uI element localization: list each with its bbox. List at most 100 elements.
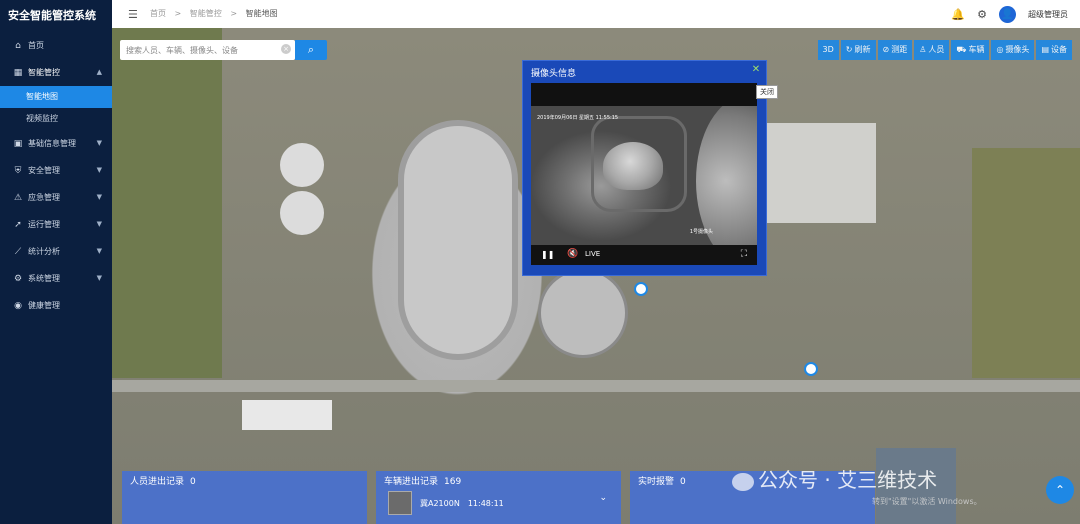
menu-toggle-icon[interactable]: ☰ [128, 8, 138, 21]
sidebar-item-emergency[interactable]: ⚠ 应急管理 ▼ [0, 184, 112, 211]
map-circular-silo [538, 268, 628, 358]
device-button[interactable]: ▤ 设备 [1036, 40, 1072, 60]
panel-header: 车辆进出记录 169 [384, 474, 461, 487]
video-controls: ❚❚ 🔇 LIVE ⛶ [531, 245, 757, 265]
sidebar: 安全智能管控系统 ⌂ 首页 ▦ 智能管控 ▲ 智能地图 视频监控 ▣ 基础信息管理 ▼… [0, 0, 112, 524]
toolbar-label: 摄像头 [1005, 45, 1030, 54]
toolbar-label: 刷新 [854, 45, 871, 54]
mute-icon[interactable]: 🔇 [567, 249, 578, 259]
map-buildings [766, 123, 876, 223]
panel-header: 实时报警 0 [638, 474, 686, 487]
camera-icon: ◎ [996, 45, 1004, 54]
camera-info-popup: 摄像头信息 ✕ 2019年09月06日 星期五 11:55:15 1号摄像头 ❚… [522, 60, 767, 276]
chevron-down-icon: ▼ [96, 274, 102, 282]
vehicle-time: 11:48:11 [467, 498, 504, 508]
search-input[interactable] [120, 40, 292, 60]
satellite-map[interactable]: × ⌕ 3D ↻刷新 ⊘测距 ♙人员 ⛟车辆 ◎摄像头 ▤设备 摄像头信息 ✕ … [112, 28, 1080, 524]
chevron-down-icon: ▼ [96, 220, 102, 228]
watermark: 公众号 · 艾三维技术 [732, 464, 937, 493]
vehicle-record-panel[interactable]: 车辆进出记录 169 冀A2100N 11:48:11 ⌄ [376, 471, 621, 524]
camera-button[interactable]: ◎ 摄像头 [991, 40, 1035, 60]
breadcrumb: 首页 > 智能管控 > 智能地图 [150, 8, 284, 19]
video-player[interactable]: 2019年09月06日 星期五 11:55:15 1号摄像头 ❚❚ 🔇 LIVE… [531, 83, 757, 265]
vehicle-button[interactable]: ⛟ 车辆 [951, 40, 990, 60]
search-icon: ⌕ [307, 43, 315, 56]
map-storage-tank [280, 191, 324, 235]
chevron-down-icon: ▼ [96, 193, 102, 201]
sidebar-item-basic-info[interactable]: ▣ 基础信息管理 ▼ [0, 130, 112, 157]
personnel-button[interactable]: ♙ 人员 [914, 40, 950, 60]
app-title: 安全智能管控系统 [8, 9, 96, 22]
car-icon: ⛟ [956, 45, 967, 54]
sidebar-item-smart-control[interactable]: ▦ 智能管控 ▲ [0, 59, 112, 86]
clear-icon[interactable]: × [281, 44, 291, 54]
scroll-top-button[interactable]: ⌃ [1046, 476, 1074, 504]
sidebar-item-health[interactable]: ◉ 健康管理 [0, 292, 112, 319]
measure-button[interactable]: ⊘ 测距 [877, 40, 913, 60]
breadcrumb-home[interactable]: 首页 [150, 9, 166, 18]
fullscreen-icon[interactable]: ⛶ [741, 249, 747, 259]
pause-icon[interactable]: ❚❚ [541, 250, 554, 259]
avatar[interactable]: 👤 [999, 5, 1016, 23]
sidebar-item-label: 智能管控 [28, 68, 60, 77]
sidebar-item-home[interactable]: ⌂ 首页 [0, 32, 112, 59]
sidebar-item-statistics[interactable]: ⟋ 统计分析 ▼ [0, 238, 112, 265]
toolbar-label: 车辆 [968, 45, 985, 54]
sidebar-item-label: 基础信息管理 [28, 139, 76, 148]
chevron-down-icon: ▼ [96, 166, 102, 174]
breadcrumb-smart-control[interactable]: 智能管控 [190, 9, 222, 18]
camera-map-pin[interactable] [634, 282, 648, 296]
vehicle-record-row[interactable]: 冀A2100N 11:48:11 [388, 489, 504, 517]
sidebar-item-label: 首页 [28, 41, 44, 50]
sidebar-item-label: 安全管理 [28, 166, 60, 175]
popup-title: 摄像头信息 [531, 69, 577, 79]
chevron-down-icon[interactable]: ⌄ [599, 493, 607, 503]
bell-icon[interactable]: 🔔 [951, 8, 965, 21]
close-tooltip: 关闭 [756, 85, 778, 99]
map-toolbar: 3D ↻ 刷新 ⊘ 测距 ♙ 人员 ⛟ 车辆 ◎ 摄像头 ▤ 设备 [817, 40, 1072, 60]
breadcrumb-current: 智能地图 [245, 9, 278, 18]
video-frame: 2019年09月06日 星期五 11:55:15 1号摄像头 [531, 106, 757, 245]
gear-icon[interactable]: ⚙ [977, 8, 987, 21]
settings-icon: ⚙ [13, 274, 23, 284]
sidebar-item-system[interactable]: ⚙ 系统管理 ▼ [0, 265, 112, 292]
map-buildings [242, 400, 332, 430]
user-name[interactable]: 超级管理员 [1028, 9, 1068, 20]
search-button[interactable]: ⌕ [295, 40, 327, 60]
toolbar-label: 人员 [928, 45, 945, 54]
wechat-logo-icon [732, 472, 754, 491]
camera-map-pin[interactable] [804, 362, 818, 376]
header-actions: 🔔 ⚙ 👤 超级管理员 [951, 4, 1068, 24]
personnel-record-panel[interactable]: 人员进出记录 0 [122, 471, 367, 524]
panel-count: 0 [680, 477, 686, 487]
sidebar-subitem-smart-map[interactable]: 智能地图 [0, 86, 112, 108]
map-field [112, 28, 222, 378]
box-icon: ▣ [13, 139, 23, 149]
chart-icon: ⟋ [14, 247, 22, 257]
chevron-up-icon: ▲ [96, 68, 102, 76]
sidebar-item-label: 应急管理 [28, 193, 60, 202]
video-camera-label: 1号摄像头 [689, 229, 713, 235]
panel-title: 车辆进出记录 [384, 477, 439, 487]
alert-icon: ⚠ [13, 193, 23, 203]
sidebar-item-operation[interactable]: ➚ 运行管理 ▼ [0, 211, 112, 238]
search-box: × [120, 40, 295, 60]
person-icon: ♙ [919, 45, 927, 54]
breadcrumb-separator: > [174, 9, 182, 18]
close-icon[interactable]: ✕ [750, 64, 762, 76]
panel-count: 169 [444, 477, 462, 487]
3d-button[interactable]: 3D [817, 40, 839, 60]
sidebar-subitem-video-monitor[interactable]: 视频监控 [0, 108, 112, 130]
globe-icon: ◉ [14, 301, 22, 311]
map-field [972, 148, 1080, 378]
refresh-button[interactable]: ↻ 刷新 [840, 40, 876, 60]
sidebar-item-safety[interactable]: ⛨ 安全管理 ▼ [0, 157, 112, 184]
map-road [112, 380, 1080, 392]
video-scene-tank [696, 106, 757, 245]
panel-header: 人员进出记录 0 [130, 474, 196, 487]
video-timestamp: 2019年09月06日 星期五 11:55:15 [537, 115, 619, 121]
breadcrumb-separator: > [230, 9, 238, 18]
video-scene-dome [603, 142, 663, 190]
sidebar-item-label: 健康管理 [28, 301, 60, 310]
windows-activation-notice: 转到"设置"以激活 Windows。 [872, 497, 982, 506]
